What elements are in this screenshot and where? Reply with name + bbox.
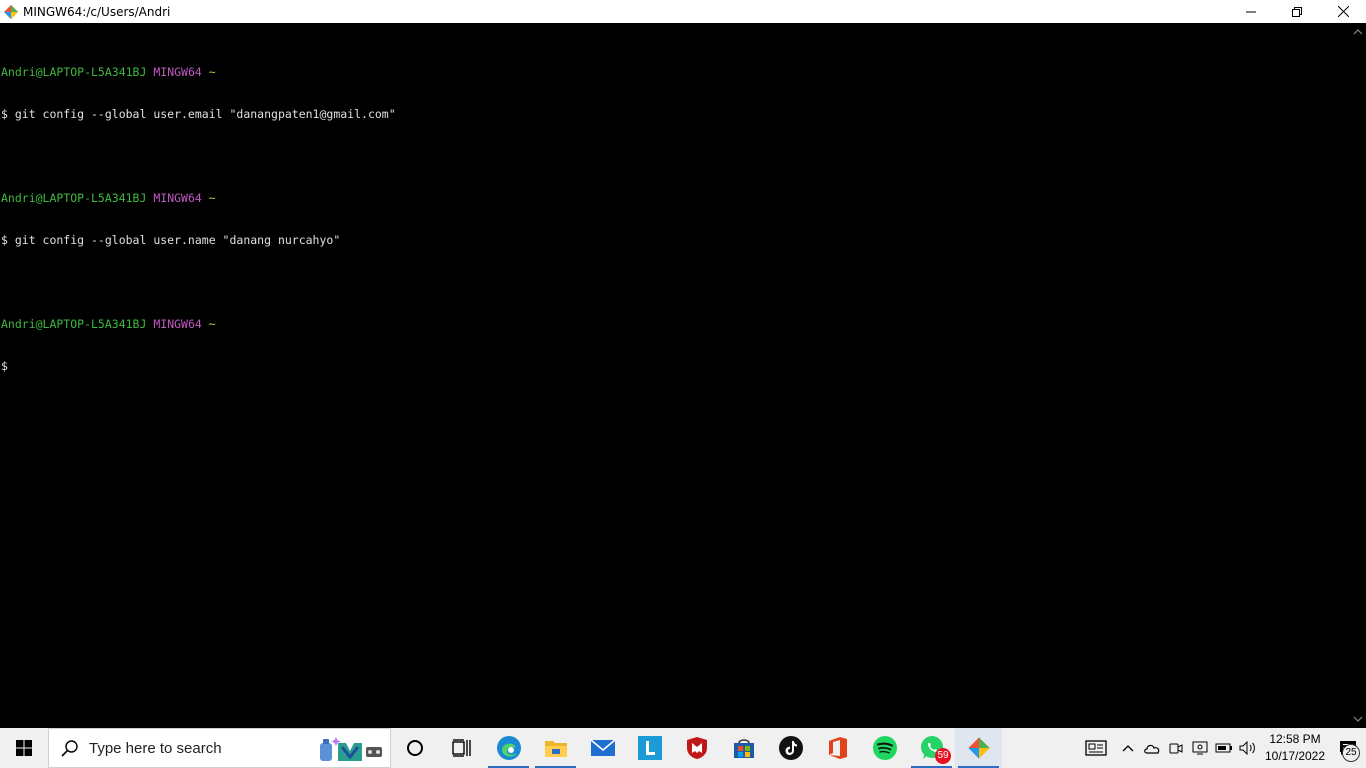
volume-icon (1239, 741, 1255, 755)
prompt-system: MINGW64 (153, 191, 202, 205)
command-line: $ git config --global user.name "danang … (1, 233, 341, 247)
prompt-user: Andri@LAPTOP-L5A341BJ (1, 191, 147, 205)
cortana-button[interactable] (391, 728, 438, 768)
taskbar-app-git-bash[interactable] (955, 728, 1002, 768)
display-tray-button[interactable] (1188, 728, 1212, 768)
taskbar-app-l[interactable] (626, 728, 673, 768)
search-input[interactable] (89, 739, 289, 757)
taskbar-app-spotify[interactable] (861, 728, 908, 768)
battery-tray-button[interactable] (1212, 728, 1236, 768)
whatsapp-unread-badge: 59 (935, 748, 951, 764)
taskbar-app-mail[interactable] (579, 728, 626, 768)
git-bash-taskbar-icon (968, 737, 989, 759)
clock-time: 12:58 PM (1269, 732, 1321, 746)
vertical-scrollbar[interactable] (1350, 23, 1366, 728)
prompt-system: MINGW64 (153, 65, 202, 79)
prompt-user: Andri@LAPTOP-L5A341BJ (1, 317, 147, 331)
title-bar[interactable]: MINGW64:/c/Users/Andri (0, 0, 1366, 23)
taskbar-app-file-explorer[interactable] (532, 728, 579, 768)
prompt-user: Andri@LAPTOP-L5A341BJ (1, 65, 147, 79)
chevron-up-icon (1122, 745, 1134, 752)
volume-tray-button[interactable] (1236, 728, 1260, 768)
cloud-icon (1144, 744, 1160, 754)
folder-icon (544, 741, 567, 757)
clock-date: 10/17/2022 (1264, 749, 1326, 763)
show-hidden-icons-button[interactable] (1116, 728, 1140, 768)
display-settings-icon (1192, 741, 1208, 755)
battery-icon (1215, 743, 1232, 753)
mcafee-shield-icon (686, 737, 707, 759)
minimize-button[interactable] (1228, 0, 1274, 23)
camera-tray-button[interactable] (1164, 728, 1188, 768)
prompt-line: Andri@LAPTOP-L5A341BJ MINGW64 ~ (1, 65, 1350, 79)
prompt-path: ~ (208, 65, 216, 79)
git-bash-icon (4, 4, 18, 19)
prompt-line: Andri@LAPTOP-L5A341BJ MINGW64 ~ (1, 191, 1350, 205)
restore-button[interactable] (1274, 0, 1320, 23)
search-icon (61, 740, 78, 757)
news-widget-button[interactable] (1076, 728, 1116, 768)
store-icon (733, 739, 754, 758)
prompt-line: Andri@LAPTOP-L5A341BJ MINGW64 ~ (1, 317, 1350, 331)
prompt-path: ~ (208, 191, 216, 205)
terminal-output[interactable]: Andri@LAPTOP-L5A341BJ MINGW64 ~ $ git co… (0, 23, 1350, 728)
windows-logo-icon (16, 740, 32, 756)
taskbar: 59 (0, 728, 1366, 768)
window-title: MINGW64:/c/Users/Andri (23, 4, 171, 19)
spotify-icon (872, 736, 897, 760)
taskbar-clock[interactable]: 12:58 PM 10/17/2022 (1260, 731, 1330, 765)
system-tray: 12:58 PM 10/17/2022 25 (1076, 728, 1366, 768)
close-button[interactable] (1320, 0, 1366, 23)
taskbar-app-whatsapp[interactable]: 59 (908, 728, 955, 768)
camera-icon (1169, 743, 1183, 754)
action-center-button[interactable]: 25 (1330, 728, 1366, 768)
scroll-up-icon[interactable] (1353, 27, 1363, 37)
restore-icon (1292, 6, 1302, 17)
taskbar-app-tiktok[interactable] (767, 728, 814, 768)
task-view-button[interactable] (438, 728, 485, 768)
prompt-system: MINGW64 (153, 317, 202, 331)
taskbar-app-store[interactable] (720, 728, 767, 768)
onedrive-tray-button[interactable] (1140, 728, 1164, 768)
cortana-icon (406, 740, 423, 756)
scroll-down-icon[interactable] (1353, 714, 1363, 724)
minimize-icon (1246, 11, 1256, 12)
letter-l-app-icon (637, 736, 662, 760)
mail-icon (589, 739, 616, 756)
news-icon (1085, 740, 1107, 756)
taskbar-app-office[interactable] (814, 728, 861, 768)
start-button[interactable] (0, 728, 48, 768)
window-controls (1228, 0, 1366, 23)
taskbar-app-edge[interactable] (485, 728, 532, 768)
close-icon (1337, 6, 1349, 17)
command-line: $ git config --global user.email "danang… (1, 107, 396, 121)
tiktok-icon (778, 736, 803, 760)
office-icon (828, 737, 847, 759)
prompt-path: ~ (208, 317, 216, 331)
taskbar-app-mcafee[interactable] (673, 728, 720, 768)
taskbar-search[interactable] (48, 728, 391, 768)
edge-icon (496, 736, 521, 760)
notification-count-badge: 25 (1342, 744, 1360, 762)
search-highlight-icon (320, 737, 382, 761)
task-view-icon (451, 739, 471, 757)
active-command-line: $ (1, 359, 8, 373)
